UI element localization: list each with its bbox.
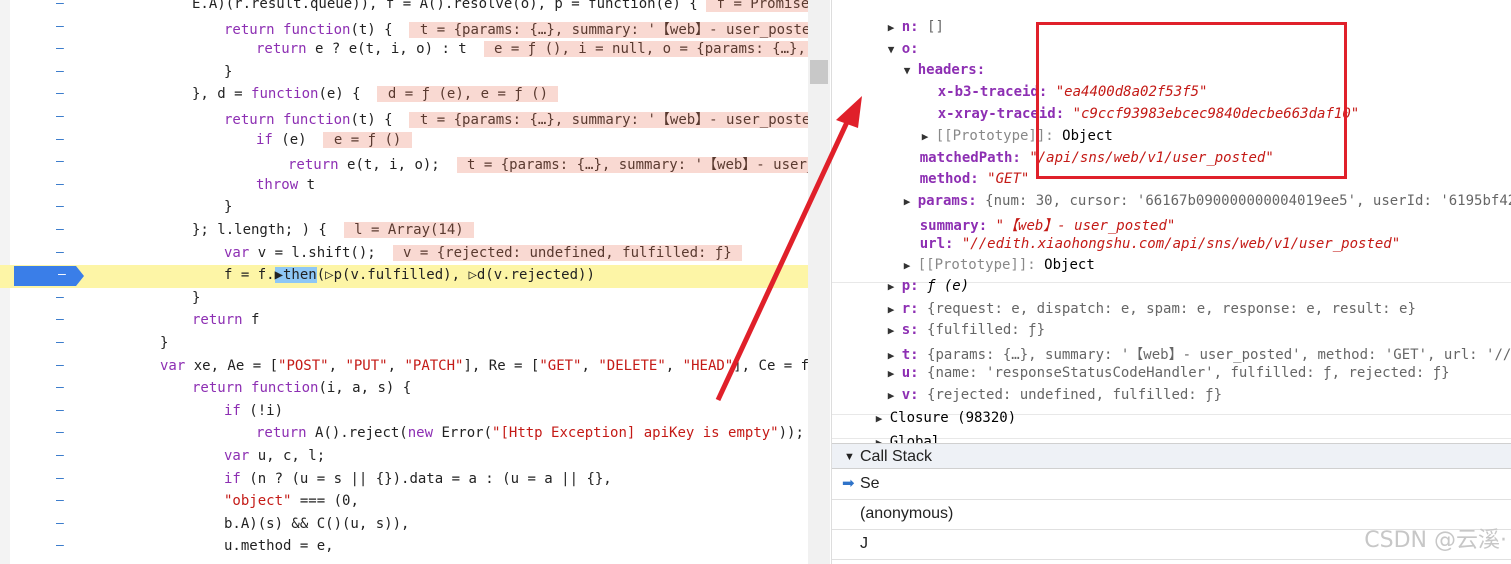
annotation-arrow xyxy=(715,96,862,402)
arrow-head xyxy=(836,96,862,128)
watermark: CSDN @云溪· xyxy=(1364,528,1507,553)
arrow-shaft xyxy=(715,118,851,402)
